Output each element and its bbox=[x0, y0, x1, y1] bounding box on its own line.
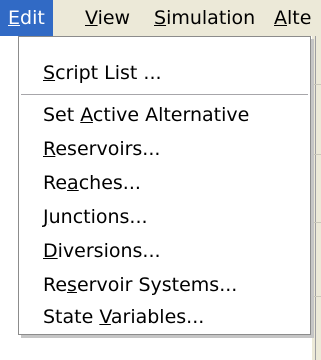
menu-item-state-variables[interactable]: State Variables... bbox=[19, 302, 310, 332]
menu-simulation[interactable]: Simulation bbox=[146, 0, 263, 36]
menu-item-label-post: unctions... bbox=[48, 206, 148, 228]
menu-alternative[interactable]: Alte bbox=[266, 0, 319, 36]
menu-view[interactable]: View bbox=[77, 0, 138, 36]
background-grid-line bbox=[312, 84, 321, 85]
background-grid-line bbox=[312, 222, 321, 223]
background-grid-line bbox=[312, 296, 321, 297]
menu-item-diversions[interactable]: Diversions... bbox=[19, 236, 310, 266]
menu-separator bbox=[21, 94, 308, 95]
menu-item-mnemonic: S bbox=[43, 62, 56, 84]
menu-item-mnemonic: A bbox=[80, 104, 93, 126]
menu-item-label-post: eservoirs... bbox=[55, 138, 161, 160]
menu-item-label-pre: State bbox=[43, 306, 100, 328]
menu-item-set-active-alternative[interactable]: Set Active Alternative bbox=[19, 100, 310, 130]
menu-view-label-rest: iew bbox=[97, 7, 131, 29]
menu-edit-mnemonic: E bbox=[8, 7, 21, 29]
menu-alternative-label-rest: lte bbox=[287, 7, 312, 29]
menu-item-label-post: ervoir Systems... bbox=[76, 274, 238, 296]
menu-item-reservoirs[interactable]: Reservoirs... bbox=[19, 134, 310, 164]
menu-simulation-mnemonic: S bbox=[154, 7, 167, 29]
menu-item-label-post: cript List ... bbox=[55, 62, 162, 84]
menu-item-label-post: iversions... bbox=[57, 240, 161, 262]
menu-edit-label-rest: dit bbox=[20, 7, 45, 29]
menu-item-label-pre: Set bbox=[43, 104, 81, 126]
menu-item-label-pre: Re bbox=[43, 172, 68, 194]
menu-edit[interactable]: Edit bbox=[0, 0, 53, 36]
menu-item-label-post: ctive Alternative bbox=[92, 104, 250, 126]
menu-item-mnemonic: s bbox=[67, 274, 77, 296]
menu-simulation-label-rest: imulation bbox=[166, 7, 256, 29]
menu-view-mnemonic: V bbox=[85, 7, 98, 29]
menu-item-mnemonic: D bbox=[43, 240, 58, 262]
menu-item-mnemonic: R bbox=[43, 138, 56, 160]
menu-alternative-mnemonic: A bbox=[274, 7, 287, 29]
menu-item-label-post: ariables... bbox=[110, 306, 205, 328]
menu-item-script-list[interactable]: Script List ... bbox=[19, 58, 310, 88]
menu-item-mnemonic: a bbox=[67, 172, 79, 194]
menu-bar: Edit View Simulation Alte bbox=[0, 0, 321, 36]
menu-item-reaches[interactable]: Reaches... bbox=[19, 168, 310, 198]
edit-menu-dropdown: Script List ... Set Active Alternative R… bbox=[18, 36, 311, 335]
menu-item-label-pre: Re bbox=[43, 274, 68, 296]
background-grid-line bbox=[312, 154, 321, 155]
menu-item-label-post: ches... bbox=[78, 172, 141, 194]
menu-item-mnemonic: V bbox=[99, 306, 111, 328]
menu-item-junctions[interactable]: Junctions... bbox=[19, 202, 310, 232]
menu-item-reservoir-systems[interactable]: Reservoir Systems... bbox=[19, 270, 310, 300]
